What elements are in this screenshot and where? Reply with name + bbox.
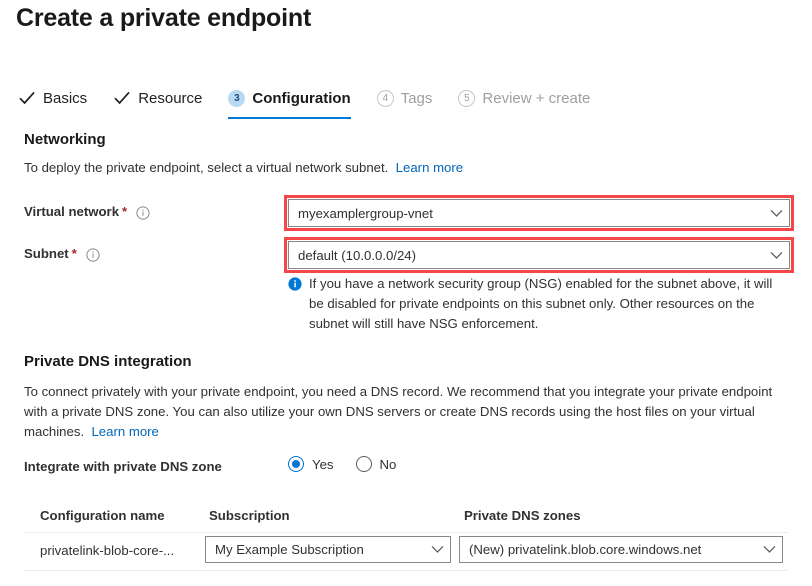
private-dns-learn-more-link[interactable]: Learn more [91,424,158,439]
tab-number-badge: 5 [458,90,475,107]
create-private-endpoint-page: Create a private endpoint Basics Resourc… [0,0,812,586]
tab-tags[interactable]: 4 Tags [377,84,433,112]
required-marker: * [122,204,127,219]
networking-learn-more-link[interactable]: Learn more [396,160,463,175]
virtual-network-label-text: Virtual network [24,204,119,219]
virtual-network-dropdown[interactable]: myexamplergroup-vnet [288,199,790,227]
check-icon [18,89,36,107]
subnet-value: default (10.0.0.0/24) [289,248,763,263]
integrate-dns-radio-group: Yes No [288,456,418,472]
chevron-down-icon [424,545,450,554]
table-row: privatelink-blob-core-... My Example Sub… [24,532,788,570]
info-circle-icon [288,277,302,291]
column-header-subscription: Subscription [209,508,290,523]
radio-yes[interactable]: Yes [288,456,334,472]
private-dns-zones-table: Configuration name Subscription Private … [24,503,788,570]
radio-yes-circle [288,456,304,472]
tab-number-badge: 4 [377,90,394,107]
private-dns-zone-dropdown[interactable]: (New) privatelink.blob.core.windows.net [459,536,783,563]
tab-basics-label: Basics [43,90,87,107]
page-title: Create a private endpoint [16,4,311,33]
tab-configuration-label: Configuration [252,90,350,107]
networking-description-text: To deploy the private endpoint, select a… [24,160,388,175]
networking-heading: Networking [24,131,106,148]
tab-resource-label: Resource [138,90,202,107]
wizard-tab-bar: Basics Resource 3 Configuration 4 Tags 5… [18,84,616,116]
tab-configuration[interactable]: 3 Configuration [228,84,350,112]
radio-no[interactable]: No [356,456,397,472]
virtual-network-label: Virtual network * [24,204,150,219]
cell-configuration-name: privatelink-blob-core-... [40,543,174,558]
tab-number-badge: 3 [228,90,245,107]
chevron-down-icon [763,251,789,260]
private-dns-zone-value: (New) privatelink.blob.core.windows.net [460,542,756,557]
subnet-dropdown[interactable]: default (10.0.0.0/24) [288,241,790,269]
column-header-private-dns-zones: Private DNS zones [464,508,581,523]
tab-resource[interactable]: Resource [113,84,202,112]
table-row-divider [24,570,788,571]
integrate-dns-zone-label: Integrate with private DNS zone [24,459,222,474]
nsg-notice-text: If you have a network security group (NS… [309,274,790,334]
subscription-value: My Example Subscription [206,542,424,557]
column-header-configuration-name: Configuration name [40,508,165,523]
private-dns-description: To connect privately with your private e… [24,382,792,442]
chevron-down-icon [756,545,782,554]
virtual-network-value: myexamplergroup-vnet [289,206,763,221]
nsg-info-callout: If you have a network security group (NS… [288,274,790,334]
subscription-dropdown[interactable]: My Example Subscription [205,536,451,563]
info-icon[interactable] [136,206,150,220]
check-icon [113,89,131,107]
tab-tags-label: Tags [401,90,433,107]
private-dns-heading: Private DNS integration [24,353,192,370]
table-header-row: Configuration name Subscription Private … [24,503,788,532]
chevron-down-icon [763,209,789,218]
tab-review-create[interactable]: 5 Review + create [458,84,590,112]
subnet-label: Subnet * [24,246,100,261]
tab-basics[interactable]: Basics [18,84,87,112]
radio-no-circle [356,456,372,472]
integrate-dns-zone-label-text: Integrate with private DNS zone [24,459,222,474]
info-icon[interactable] [86,248,100,262]
radio-no-label: No [380,457,397,472]
active-tab-underline [228,117,350,119]
required-marker: * [72,246,77,261]
radio-yes-label: Yes [312,457,334,472]
subnet-label-text: Subnet [24,246,69,261]
tab-review-create-label: Review + create [482,90,590,107]
networking-description: To deploy the private endpoint, select a… [24,158,463,178]
